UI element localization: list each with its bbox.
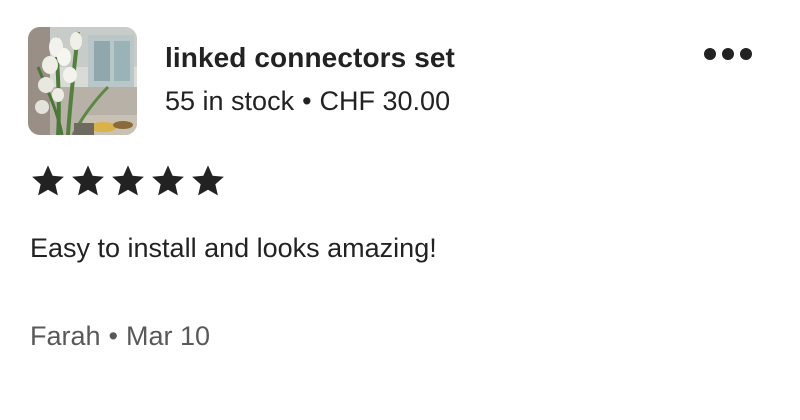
review-footer: Farah • Mar 10 [30,321,210,352]
product-photo-flowers-icon [28,27,137,135]
star-rating [30,163,226,199]
review-card: linked connectors set 55 in stock • CHF 30… [0,0,800,420]
more-options-icon [722,48,734,60]
meta-separator: • [302,86,312,116]
star-icon [72,165,104,196]
product-title[interactable]: linked connectors set [165,42,455,74]
more-options-button[interactable] [698,36,758,72]
footer-separator: • [108,321,118,351]
product-price: CHF 30.00 [319,86,451,116]
star-icon [192,165,224,196]
star-icon [32,165,64,196]
star-icon [112,165,144,196]
product-meta: 55 in stock • CHF 30.00 [165,86,450,117]
product-thumbnail[interactable] [28,27,137,135]
stock-count: 55 in stock [165,86,295,116]
review-author[interactable]: Farah [30,321,101,351]
review-date: Mar 10 [126,321,211,351]
review-text: Easy to install and looks amazing! [30,233,437,263]
star-icon [152,165,184,196]
more-options-icon [740,48,752,60]
more-options-icon [704,48,716,60]
